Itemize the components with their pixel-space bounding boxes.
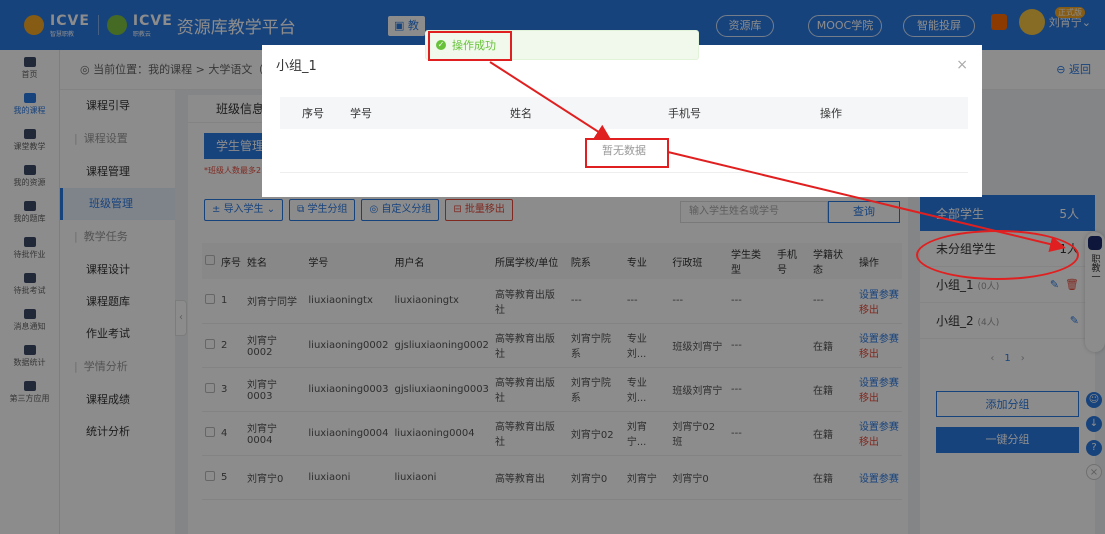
dialog-col-op: 操作 (820, 107, 842, 120)
dialog-col-no: 序号 (302, 107, 324, 120)
group-dialog: 小组_1 × 序号 学号 姓名 手机号 操作 暂无数据 (262, 45, 982, 197)
annotation-ellipse-ungrouped (916, 230, 1079, 280)
dialog-col-name: 姓名 (510, 107, 532, 120)
annotation-box-empty (585, 138, 669, 168)
close-icon[interactable]: × (956, 57, 968, 73)
dialog-col-sid: 学号 (350, 107, 372, 120)
annotation-box-toast (428, 31, 512, 61)
dialog-col-phone: 手机号 (668, 107, 701, 120)
